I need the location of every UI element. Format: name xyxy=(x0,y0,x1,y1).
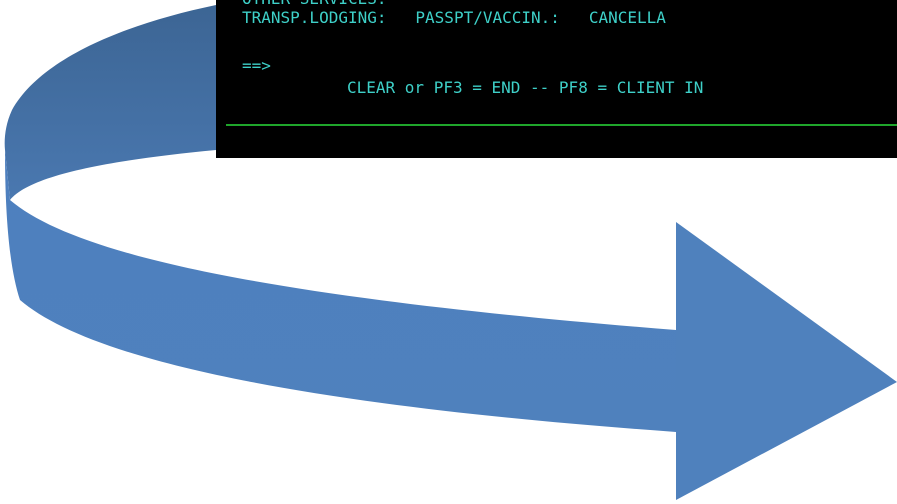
transp-lodging-label: TRANSP.LODGING: xyxy=(242,8,387,27)
slide-canvas: OTHER SERVICES: TRANSP.LODGING: PASSPT/V… xyxy=(0,0,897,504)
arrow-head xyxy=(676,222,897,500)
arrow-front-band xyxy=(5,150,676,432)
arrow-back-band xyxy=(4,5,217,200)
terminal-screen: OTHER SERVICES: TRANSP.LODGING: PASSPT/V… xyxy=(216,0,897,158)
command-prompt[interactable]: ==> xyxy=(242,56,271,76)
function-key-legend: CLEAR or PF3 = END -- PF8 = CLIENT IN xyxy=(347,78,704,97)
other-services-row: TRANSP.LODGING: PASSPT/VACCIN.: CANCELLA xyxy=(242,8,666,28)
screen-divider xyxy=(226,124,897,126)
cancellation-label: CANCELLA xyxy=(588,8,666,27)
passpt-vaccin-label: PASSPT/VACCIN.: xyxy=(415,8,560,27)
